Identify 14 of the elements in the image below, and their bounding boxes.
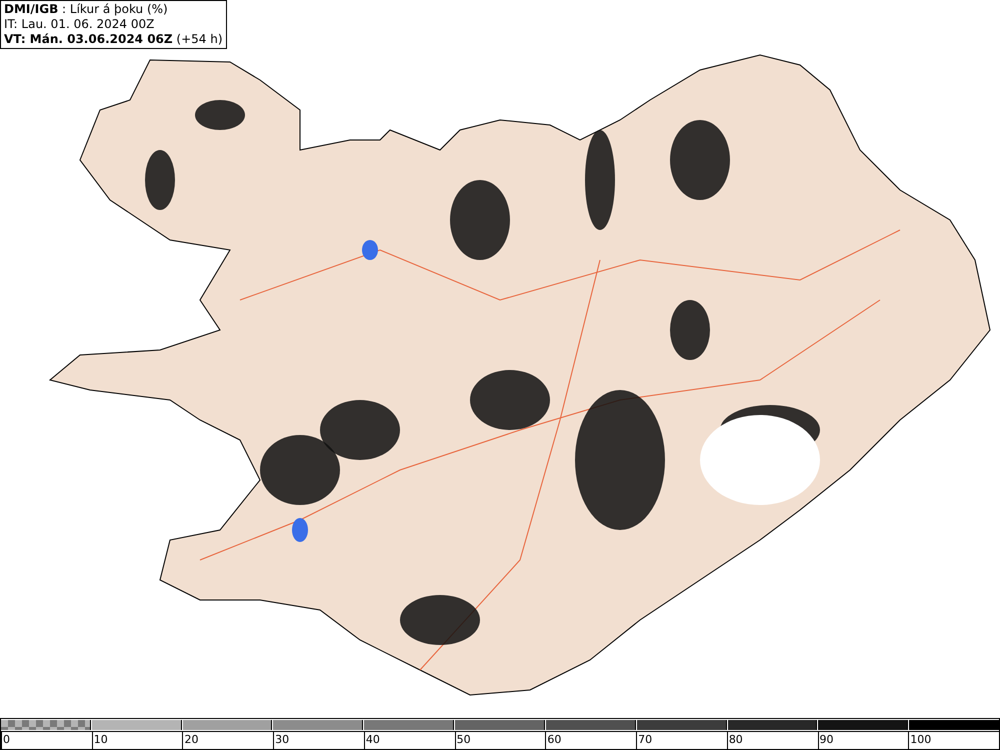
legend-tick-label: 70	[636, 732, 727, 749]
legend-tick-label: 100	[908, 732, 999, 749]
legend-tick-label: 50	[454, 732, 546, 749]
legend-tick-label: 40	[364, 732, 455, 749]
map-title-line: IT: Lau. 01. 06. 2024 00Z	[4, 17, 156, 32]
legend-tick-label: 30	[273, 732, 364, 749]
legend-tick-label: 10	[92, 732, 182, 749]
map-title-line: DMI/IGB : Líkur á þoku (%)	[4, 2, 169, 17]
legend-tick-label: 0	[1, 732, 92, 749]
legend-tick-label: 20	[182, 732, 274, 749]
legend-tick-label: 90	[818, 732, 908, 749]
map-title-line: VT: Mán. 03.06.2024 06Z (+54 h)	[4, 32, 223, 47]
legend-tick-label: 80	[726, 732, 818, 749]
legend-tick-label: 60	[545, 732, 636, 749]
